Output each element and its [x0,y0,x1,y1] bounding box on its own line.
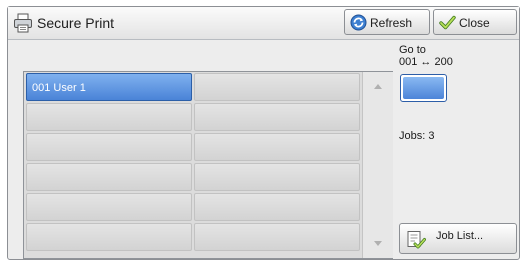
user-list-item[interactable] [26,163,192,191]
user-list-item[interactable] [26,133,192,161]
user-list-item[interactable] [194,133,360,161]
jobs-count: Jobs: 3 [399,130,435,142]
user-list-item[interactable] [194,223,360,251]
user-list-item[interactable] [26,103,192,131]
user-list-item[interactable] [194,103,360,131]
close-label: Close [459,16,490,30]
page-title: Secure Print [37,15,115,31]
close-button[interactable]: Close [433,9,517,35]
scroll-down-icon[interactable] [374,241,382,246]
user-list-item[interactable] [194,163,360,191]
printer-icon [14,13,32,33]
goto-button-face [403,77,444,99]
user-list-item-label: 001 User 1 [32,82,86,94]
user-list-item[interactable] [194,193,360,221]
refresh-label: Refresh [370,16,413,30]
job-list-icon [407,231,426,249]
title-bar: Secure Print Refresh Close [8,7,519,40]
checkmark-icon [439,15,456,30]
refresh-button[interactable]: Refresh [344,9,430,35]
goto-button[interactable] [400,74,447,102]
user-list-item[interactable] [194,73,360,101]
user-list-item[interactable]: 001 User 1 [26,73,192,101]
job-list-button[interactable]: Job List... [399,223,517,254]
user-list: 001 User 1 [23,71,393,259]
scroll-up-icon[interactable] [374,84,382,89]
goto-range: 001 ↔ 200 [399,56,453,68]
secure-print-panel: Secure Print Refresh Close 001 User 1 Go… [7,6,520,260]
refresh-icon [350,14,367,31]
user-list-item[interactable] [26,193,192,221]
list-scrollbar[interactable] [362,72,393,258]
user-list-item[interactable] [26,223,192,251]
goto-label: Go to [399,44,426,56]
job-list-label: Job List... [436,230,484,242]
